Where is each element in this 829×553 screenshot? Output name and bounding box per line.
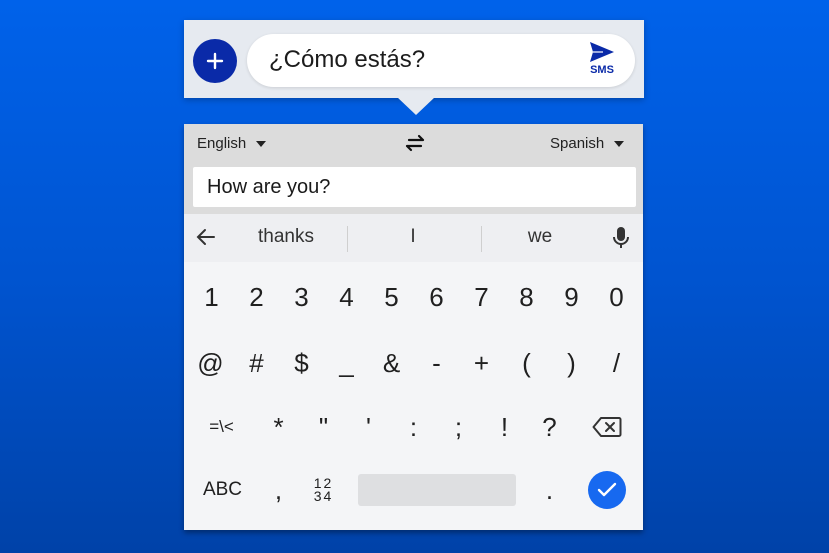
microphone-icon xyxy=(613,227,629,248)
key-row-numbers: 1 2 3 4 5 6 7 8 9 0 xyxy=(184,269,643,333)
key-double-quote[interactable]: " xyxy=(301,399,346,455)
translate-bar: English Spanish How are you? xyxy=(184,124,643,214)
back-arrow-icon xyxy=(196,229,215,245)
target-language-label: Spanish xyxy=(550,135,605,152)
numpad-bottom: 34 xyxy=(313,488,334,504)
key-asterisk[interactable]: * xyxy=(256,399,301,455)
key-more-symbols[interactable]: =\< xyxy=(199,399,244,455)
key-open-paren[interactable]: ( xyxy=(504,335,549,391)
key-underscore[interactable]: _ xyxy=(324,335,369,391)
message-input[interactable]: ¿Cómo estás? SMS xyxy=(247,34,635,87)
done-button[interactable] xyxy=(588,471,626,509)
translate-input[interactable]: How are you? xyxy=(193,167,636,207)
key-7[interactable]: 7 xyxy=(459,269,504,325)
key-dollar[interactable]: $ xyxy=(279,335,324,391)
target-language-dropdown[interactable]: Spanish xyxy=(550,135,625,152)
compose-bar: ¿Cómo estás? SMS xyxy=(184,20,644,98)
suggestion-item[interactable]: thanks xyxy=(221,226,351,248)
key-ampersand[interactable]: & xyxy=(369,335,414,391)
keyboard: English Spanish How are you? thanks I we xyxy=(184,124,643,530)
key-single-quote[interactable]: ' xyxy=(346,399,391,455)
chevron-down-icon xyxy=(256,140,267,147)
key-abc[interactable]: ABC xyxy=(200,462,245,518)
key-numpad[interactable]: 12 34 xyxy=(301,462,346,518)
backspace-icon xyxy=(592,417,621,437)
swap-icon xyxy=(405,134,425,152)
message-text: ¿Cómo estás? xyxy=(269,46,426,73)
key-plus[interactable]: + xyxy=(459,335,504,391)
key-9[interactable]: 9 xyxy=(549,269,594,325)
key-period[interactable]: . xyxy=(527,462,572,518)
key-question[interactable]: ? xyxy=(527,399,572,455)
key-1[interactable]: 1 xyxy=(189,269,234,325)
key-8[interactable]: 8 xyxy=(504,269,549,325)
key-comma[interactable]: , xyxy=(256,462,301,518)
swap-languages-button[interactable] xyxy=(404,134,426,157)
suggestion-item[interactable]: I xyxy=(348,226,478,248)
numpad-label: 12 34 xyxy=(313,476,334,504)
key-colon[interactable]: : xyxy=(391,399,436,455)
source-language-dropdown[interactable]: English xyxy=(197,135,267,152)
send-sms-button[interactable]: SMS xyxy=(585,41,619,81)
back-button[interactable] xyxy=(196,227,216,252)
voice-input-button[interactable] xyxy=(612,226,630,255)
key-6[interactable]: 6 xyxy=(414,269,459,325)
key-close-paren[interactable]: ) xyxy=(549,335,594,391)
key-semicolon[interactable]: ; xyxy=(436,399,481,455)
send-icon xyxy=(590,42,614,62)
key-row-punctuation: =\< * " ' : ; ! ? xyxy=(184,399,643,463)
key-minus[interactable]: - xyxy=(414,335,459,391)
key-3[interactable]: 3 xyxy=(279,269,324,325)
add-attachment-button[interactable] xyxy=(193,39,237,83)
key-at[interactable]: @ xyxy=(188,335,233,391)
key-5[interactable]: 5 xyxy=(369,269,414,325)
key-exclamation[interactable]: ! xyxy=(482,399,527,455)
source-language-label: English xyxy=(197,135,247,152)
send-label: SMS xyxy=(590,64,614,76)
key-2[interactable]: 2 xyxy=(234,269,279,325)
key-slash[interactable]: / xyxy=(594,335,639,391)
key-backspace[interactable] xyxy=(584,399,629,455)
suggestion-item[interactable]: we xyxy=(475,226,605,248)
key-hash[interactable]: # xyxy=(234,335,279,391)
plus-icon xyxy=(206,52,224,70)
space-bar[interactable] xyxy=(358,474,516,506)
check-icon xyxy=(597,482,617,497)
translate-input-text: How are you? xyxy=(207,175,331,198)
key-row-symbols: @ # $ _ & - + ( ) / xyxy=(184,335,643,399)
chevron-down-icon xyxy=(614,140,625,147)
key-4[interactable]: 4 xyxy=(324,269,369,325)
suggestion-strip: thanks I we xyxy=(184,214,643,262)
key-0[interactable]: 0 xyxy=(594,269,639,325)
popover-pointer xyxy=(397,97,435,115)
